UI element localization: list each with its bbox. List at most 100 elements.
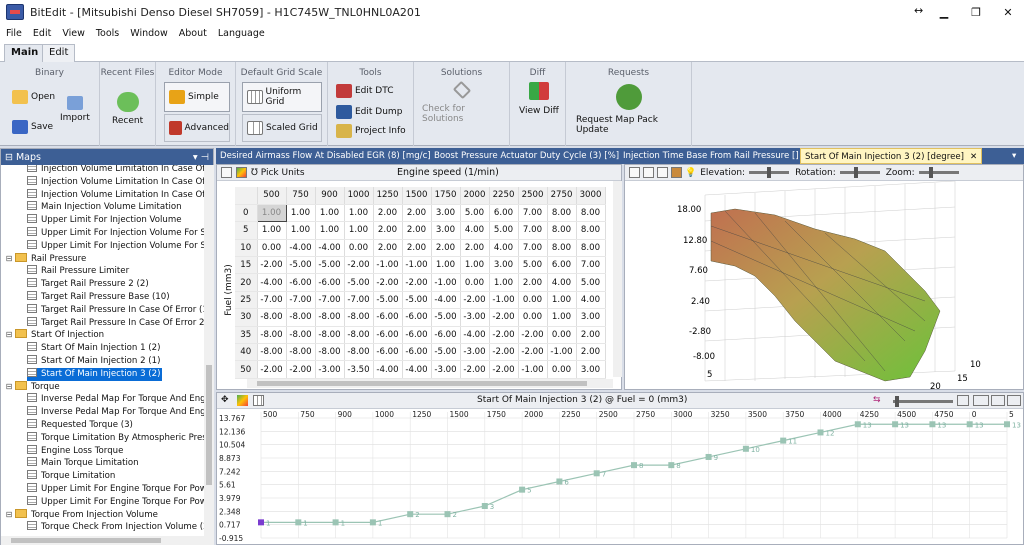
table-cell[interactable]: -4.00 (431, 291, 461, 310)
doc-tab-boost[interactable]: Boost Pressure Actuator Duty Cycle (3) [… (434, 148, 619, 164)
tree-item[interactable]: Torque Limitation (27, 470, 115, 483)
table-cell[interactable]: -1.00 (373, 256, 403, 275)
table-cell[interactable]: -4.00 (257, 273, 287, 292)
table-cell[interactable]: 0.00 (547, 326, 577, 345)
table-cell[interactable]: 2.00 (402, 221, 432, 240)
tree-item[interactable]: Upper Limit For Injection Volume For Sy (27, 227, 204, 240)
table-cell[interactable]: -7.00 (344, 291, 374, 310)
uniform-grid-button[interactable]: Uniform Grid (242, 82, 322, 112)
table-cell[interactable]: -8.00 (257, 343, 287, 362)
edit-dtc-button[interactable]: Edit DTC (336, 84, 393, 98)
minimize-button[interactable]: ▁ (928, 0, 960, 24)
table-cell[interactable]: 0.00 (518, 308, 548, 327)
table-cell[interactable]: -6.00 (402, 326, 432, 345)
table-cell[interactable]: 0.00 (257, 239, 287, 258)
table-cell[interactable]: -2.00 (402, 273, 432, 292)
table-cell[interactable]: -2.00 (344, 256, 374, 275)
tree-item[interactable]: Start Of Main Injection 3 (2) (27, 367, 163, 381)
table-cell[interactable]: -8.00 (286, 326, 316, 345)
table-cell[interactable]: 1.00 (547, 291, 577, 310)
table-cell[interactable]: 6.00 (547, 256, 577, 275)
table-cell[interactable]: 3.00 (576, 360, 606, 379)
table-cell[interactable]: -5.00 (373, 291, 403, 310)
table-cell[interactable]: -5.00 (431, 308, 461, 327)
table-cell[interactable]: 2.00 (431, 239, 461, 258)
tab-edit[interactable]: Edit (42, 44, 76, 62)
table-cell[interactable]: -7.00 (286, 291, 316, 310)
rotation-slider[interactable] (839, 167, 880, 178)
doc-tab-injection-time[interactable]: Injection Time Base From Rail Pressure [… (623, 148, 799, 164)
table-cell[interactable]: 3.00 (431, 204, 461, 223)
table-cell[interactable]: 8.00 (576, 221, 606, 240)
table-cell[interactable]: 1.00 (286, 221, 316, 240)
grid-horizontal-scrollbar[interactable] (247, 379, 613, 388)
tree-item[interactable]: Upper Limit For Engine Torque For Powe (27, 483, 204, 496)
table-cell[interactable]: 1.00 (344, 221, 374, 240)
table-cell[interactable]: 8.00 (576, 204, 606, 223)
check-solutions-button[interactable]: Check for Solutions (422, 80, 502, 124)
tree-item[interactable]: Main Torque Limitation (27, 457, 139, 470)
select-range-icon[interactable]: ⇆ (873, 395, 881, 405)
recent-button[interactable]: Recent (112, 92, 143, 126)
table-cell[interactable]: -2.00 (489, 326, 519, 345)
close-tab-icon[interactable]: ✕ (970, 152, 977, 162)
table-cell[interactable]: 5.00 (518, 256, 548, 275)
table-cell[interactable]: -8.00 (344, 308, 374, 327)
table-cell[interactable]: 5.00 (576, 273, 606, 292)
simple-mode-button[interactable]: Simple (164, 82, 230, 112)
menu-language[interactable]: Language (218, 28, 265, 39)
table-cell[interactable]: -2.00 (489, 308, 519, 327)
table-cell[interactable]: -8.00 (315, 343, 345, 362)
move-icon[interactable]: ✥ (221, 395, 229, 405)
table-cell[interactable]: 5.00 (460, 204, 490, 223)
table-cell[interactable]: 1.00 (460, 256, 490, 275)
table-cell[interactable]: -8.00 (257, 326, 287, 345)
table-cell[interactable]: 2.00 (373, 221, 403, 240)
table-cell[interactable]: -2.00 (489, 360, 519, 379)
tree-item[interactable]: Start Of Main Injection 2 (1) (27, 355, 160, 368)
heatmap-icon[interactable] (237, 395, 248, 406)
table-cell[interactable]: 1.00 (344, 204, 374, 223)
tree-vertical-scrollbar[interactable] (204, 165, 214, 536)
table-cell[interactable]: -4.00 (460, 326, 490, 345)
tree-item[interactable]: Inverse Pedal Map For Torque And Engi (27, 406, 204, 419)
grid-icon[interactable] (253, 395, 264, 406)
tree-item[interactable]: Injection Volume Limitation In Case Of S (27, 165, 204, 176)
table-cell[interactable]: -6.00 (402, 308, 432, 327)
table-cell[interactable]: -6.00 (315, 273, 345, 292)
zoom-slider[interactable] (918, 167, 959, 178)
dots-line-icon[interactable] (1007, 395, 1021, 406)
table-cell[interactable]: 6.00 (489, 204, 519, 223)
scroll-thumb[interactable] (257, 381, 587, 386)
table-cell[interactable]: 0.00 (344, 239, 374, 258)
table-cell[interactable]: 4.00 (489, 239, 519, 258)
tree-item[interactable]: Requested Torque (3) (27, 419, 133, 432)
scroll-thumb[interactable] (11, 538, 161, 543)
table-cell[interactable]: -1.00 (402, 256, 432, 275)
table-cell[interactable]: 2.00 (373, 239, 403, 258)
edit-dump-button[interactable]: Edit Dump (336, 105, 402, 119)
tree-item[interactable]: Injection Volume Limitation In Case Of S (27, 188, 204, 202)
surface-3d-plot[interactable]: 18.00 12.80 7.60 2.40 -2.80 -8.00 5 10 1… (625, 181, 1023, 389)
table-cell[interactable]: 1.00 (257, 221, 287, 240)
axes-icon[interactable] (657, 167, 668, 178)
table-cell[interactable]: -2.00 (460, 291, 490, 310)
smooth-line-icon[interactable] (991, 395, 1005, 406)
tree-item[interactable]: Target Rail Pressure In Case Of Error 2 (27, 316, 204, 330)
table-cell[interactable]: -1.00 (431, 273, 461, 292)
tree-item[interactable]: Upper Limit For Injection Volume (27, 214, 181, 227)
tree-item[interactable]: Rail Pressure Limiter (27, 265, 129, 278)
table-cell[interactable]: -8.00 (286, 343, 316, 362)
elevation-slider[interactable] (749, 167, 790, 178)
tree-folder[interactable]: ⊟ Torque From Injection Volume (5, 508, 158, 522)
tree-item[interactable]: Upper Limit For Injection Volume For Sy (27, 239, 204, 253)
tab-overflow-icon[interactable]: ▾ (1012, 148, 1016, 164)
open-button[interactable]: Open (12, 90, 55, 104)
table-cell[interactable]: -3.00 (460, 308, 490, 327)
scroll-thumb[interactable] (206, 365, 212, 485)
table-cell[interactable]: 3.00 (431, 221, 461, 240)
table-cell[interactable]: -8.00 (257, 308, 287, 327)
doc-tab-airmass[interactable]: Desired Airmass Flow At Disabled EGR (8)… (220, 148, 431, 164)
table-cell[interactable]: -6.00 (431, 326, 461, 345)
scaled-grid-button[interactable]: Scaled Grid (242, 114, 322, 142)
